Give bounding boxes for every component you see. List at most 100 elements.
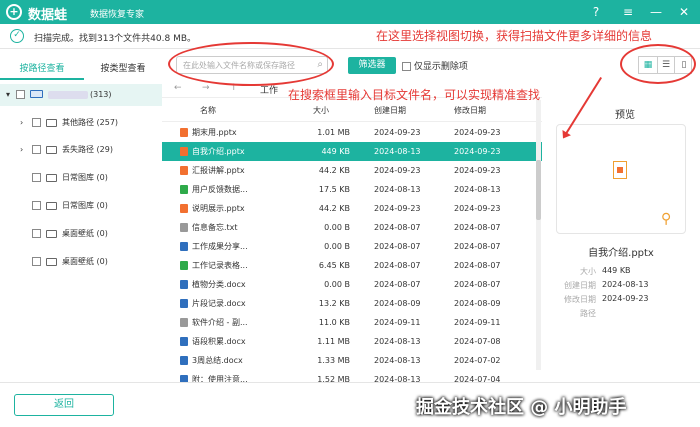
table-row[interactable]: 说明展示.pptx 44.2 KB 2024-09-23 2024-09-23 — [162, 199, 542, 218]
zoom-preview-icon[interactable]: ⚲ — [661, 211, 671, 227]
scan-status-text: 扫描完成。找到313个文件共40.8 MB。 — [34, 34, 197, 44]
file-name: 工作成果分享... — [192, 242, 248, 251]
file-type-icon — [180, 337, 188, 346]
table-row[interactable]: 信息备忘.txt 0.00 B 2024-08-07 2024-08-07 — [162, 218, 542, 237]
table-row[interactable]: 用户反馈数据... 17.5 KB 2024-08-13 2024-08-13 — [162, 180, 542, 199]
file-type-icon — [180, 261, 188, 270]
tab-by-path[interactable]: 按路径查看 — [0, 60, 84, 80]
file-created: 2024-08-13 — [374, 337, 421, 346]
table-row[interactable]: 汇报讲解.pptx 44.2 KB 2024-09-23 2024-09-23 — [162, 161, 542, 180]
app-logo-icon: + — [6, 4, 22, 20]
file-type-icon — [180, 280, 188, 289]
expand-icon[interactable]: › — [20, 112, 23, 134]
file-created: 2024-08-07 — [374, 280, 421, 289]
file-created: 2024-08-07 — [374, 223, 421, 232]
view-tabs: 按路径查看 按类型查看 — [0, 60, 162, 80]
table-row[interactable]: 植物分类.docx 0.00 B 2024-08-07 2024-08-07 — [162, 275, 542, 294]
tab-by-type[interactable]: 按类型查看 — [84, 60, 162, 80]
tree-checkbox[interactable] — [16, 90, 25, 99]
tree-checkbox[interactable] — [32, 173, 41, 182]
file-name: 工作记录表格... — [192, 261, 248, 270]
file-modified: 2024-08-07 — [454, 280, 501, 289]
back-arrow-icon[interactable]: ← — [174, 83, 182, 93]
preview-filename: 自我介绍.pptx — [588, 248, 654, 259]
file-name: 附：使用注意... — [192, 375, 248, 382]
app-subtitle: 数据恢复专家 — [90, 10, 145, 20]
meta-key: 大小 — [580, 267, 596, 276]
drive-icon — [30, 90, 43, 98]
file-name: 自我介绍.pptx — [192, 147, 245, 156]
file-modified: 2024-09-23 — [454, 166, 501, 175]
tree-checkbox[interactable] — [32, 145, 41, 154]
tree-checkbox[interactable] — [32, 257, 41, 266]
folder-icon — [46, 119, 57, 127]
back-button[interactable]: 返回 — [14, 394, 114, 416]
tree-item-root[interactable]: ▾ (313) — [0, 84, 162, 106]
file-modified: 2024-08-07 — [454, 261, 501, 270]
tree-item-other-paths[interactable]: › 其他路径 (257) — [0, 112, 162, 134]
table-row[interactable]: 软件介绍 - 副... 11.0 KB 2024-09-11 2024-09-11 — [162, 313, 542, 332]
only-deleted-checkbox[interactable] — [402, 62, 411, 71]
file-size: 449 KB — [321, 147, 350, 156]
tree-item-label: 日常图库 (0) — [62, 201, 108, 210]
file-size: 0.00 B — [324, 280, 350, 289]
table-row[interactable]: 片段记录.docx 13.2 KB 2024-08-09 2024-08-09 — [162, 294, 542, 313]
scan-complete-icon: ✓ — [10, 29, 24, 43]
file-size: 0.00 B — [324, 223, 350, 232]
column-size[interactable]: 大小 — [292, 100, 350, 122]
close-icon[interactable]: ✕ — [676, 4, 692, 20]
tree-checkbox[interactable] — [32, 118, 41, 127]
tree-checkbox[interactable] — [32, 229, 41, 238]
watermark: 掘金技术社区 @ 小明助手 — [416, 397, 627, 418]
file-name: 说明展示.pptx — [192, 204, 245, 213]
tree-item-lost-paths[interactable]: › 丢失路径 (29) — [0, 139, 162, 161]
file-name: 语段积累.docx — [192, 337, 246, 346]
only-deleted-label: 仅显示删除项 — [413, 62, 468, 72]
menu-icon[interactable]: ≡ — [620, 4, 636, 20]
column-modified[interactable]: 修改日期 — [454, 100, 524, 122]
tree-item-label: 其他路径 (257) — [62, 118, 119, 127]
table-row[interactable]: 期末用.pptx 1.01 MB 2024-09-23 2024-09-23 — [162, 123, 542, 142]
tree-item-desktop-wallpaper-2[interactable]: 桌面壁纸 (0) — [0, 251, 162, 273]
file-name: 片段记录.docx — [192, 299, 246, 308]
only-deleted-toggle[interactable]: 仅显示删除项 — [402, 59, 468, 72]
table-row[interactable]: 附：使用注意... 1.52 MB 2024-08-13 2024-07-04 — [162, 370, 542, 382]
collapse-icon[interactable]: ▾ — [6, 84, 10, 106]
scroll-thumb[interactable] — [536, 160, 541, 220]
table-row[interactable]: 工作成果分享... 0.00 B 2024-08-07 2024-08-07 — [162, 237, 542, 256]
file-name: 软件介绍 - 副... — [192, 318, 248, 327]
tree-item-daily-gallery-2[interactable]: 日常图库 (0) — [0, 195, 162, 217]
column-name[interactable]: 名称 — [200, 100, 300, 122]
file-type-icon — [180, 375, 188, 382]
file-size: 11.0 KB — [318, 318, 350, 327]
blurred-drive-name — [48, 91, 88, 99]
app-name: 数据蛙 — [28, 8, 68, 23]
tree-checkbox[interactable] — [32, 201, 41, 210]
search-highlight-ring — [168, 42, 334, 86]
forward-arrow-icon[interactable]: → — [202, 83, 210, 93]
file-type-icon — [180, 204, 188, 213]
table-scrollbar[interactable] — [536, 100, 541, 370]
file-modified: 2024-08-09 — [454, 299, 501, 308]
tree-item-label: 日常图库 (0) — [62, 173, 108, 182]
table-row[interactable]: 语段积累.docx 1.11 MB 2024-08-13 2024-07-08 — [162, 332, 542, 351]
filter-button[interactable]: 筛选器 — [348, 57, 396, 74]
tree-item-desktop-wallpaper[interactable]: 桌面壁纸 (0) — [0, 223, 162, 245]
help-icon[interactable]: ? — [588, 4, 604, 20]
file-modified: 2024-08-07 — [454, 223, 501, 232]
view-switch-highlight-ring — [620, 44, 696, 84]
file-table: 名称 大小 创建日期 修改日期 期末用.pptx 1.01 MB 2024-09-2… — [162, 100, 542, 382]
tree-item-daily-gallery[interactable]: 日常图库 (0) — [0, 167, 162, 189]
file-type-icon — [180, 166, 188, 175]
folder-icon — [46, 146, 57, 154]
file-type-icon — [180, 356, 188, 365]
file-created: 2024-09-11 — [374, 318, 421, 327]
expand-icon[interactable]: › — [20, 139, 23, 161]
table-row[interactable]: 工作记录表格... 6.45 KB 2024-08-07 2024-08-07 — [162, 256, 542, 275]
minimize-icon[interactable]: — — [648, 4, 664, 20]
table-row[interactable]: 自我介绍.pptx 449 KB 2024-08-13 2024-09-23 — [162, 142, 542, 161]
table-row[interactable]: 3周总结.docx 1.33 MB 2024-08-13 2024-07-02 — [162, 351, 542, 370]
file-modified: 2024-07-02 — [454, 356, 501, 365]
column-created[interactable]: 创建日期 — [374, 100, 444, 122]
file-type-icon — [180, 242, 188, 251]
